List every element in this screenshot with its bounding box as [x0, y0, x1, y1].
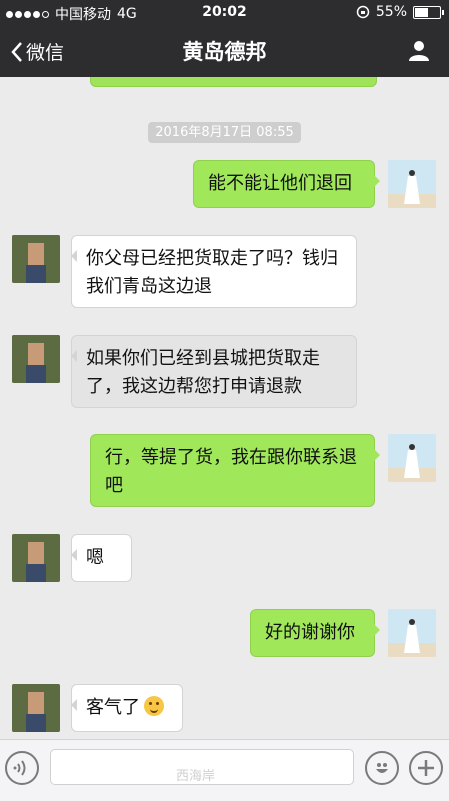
my-avatar[interactable] — [388, 609, 436, 657]
status-bar: 中国移动 4G 20:02 55% — [0, 0, 449, 26]
my-avatar[interactable] — [388, 160, 436, 208]
previous-message-bubble — [90, 77, 377, 87]
smile-emoji-icon — [144, 696, 164, 716]
voice-button[interactable] — [5, 751, 39, 785]
timestamp: 2016年8月17日 08:55 — [0, 121, 449, 143]
voice-icon — [13, 760, 26, 776]
emoji-button[interactable] — [365, 751, 399, 785]
battery-icon — [413, 5, 444, 19]
outgoing-message[interactable]: 能不能让他们退回 — [193, 160, 380, 208]
emoji-icon — [376, 763, 388, 773]
watermark: 西海岸 — [176, 769, 216, 784]
contact-avatar[interactable] — [12, 534, 60, 582]
incoming-message[interactable]: 客气了 — [71, 684, 183, 732]
timestamp-label: 2016年8月17日 08:55 — [148, 122, 301, 143]
battery-percent: 55% — [375, 4, 407, 20]
contact-avatar[interactable] — [12, 335, 60, 383]
chat-area[interactable]: 2016年8月17日 08:55 能不能让他们退回 你父母已经把货取走了吗？钱归… — [0, 77, 449, 739]
rotation-lock-icon — [356, 5, 370, 19]
incoming-message[interactable]: 如果你们已经到县城把货取走了，我这边帮您打申请退款 — [71, 335, 357, 408]
incoming-message[interactable]: 你父母已经把货取走了吗？钱归我们青岛这边退 — [71, 235, 357, 308]
contact-avatar[interactable] — [12, 235, 60, 283]
top-bar: 中国移动 4G 20:02 55% 微信 黄岛德邦 — [0, 0, 449, 77]
nav-bar: 微信 黄岛德邦 — [0, 26, 449, 77]
incoming-message[interactable]: 嗯 — [71, 534, 132, 582]
outgoing-message[interactable]: 行，等提了货，我在跟你联系退吧 — [90, 434, 380, 507]
contact-avatar[interactable] — [12, 684, 60, 732]
my-avatar[interactable] — [388, 434, 436, 482]
input-bar — [0, 739, 449, 801]
contact-info-icon[interactable] — [407, 38, 431, 62]
outgoing-message[interactable]: 好的谢谢你 — [250, 609, 380, 657]
plus-icon — [418, 760, 434, 776]
plus-button[interactable] — [409, 751, 443, 785]
message-text: 客气了 — [86, 697, 140, 718]
chat-title: 黄岛德邦 — [182, 40, 267, 64]
